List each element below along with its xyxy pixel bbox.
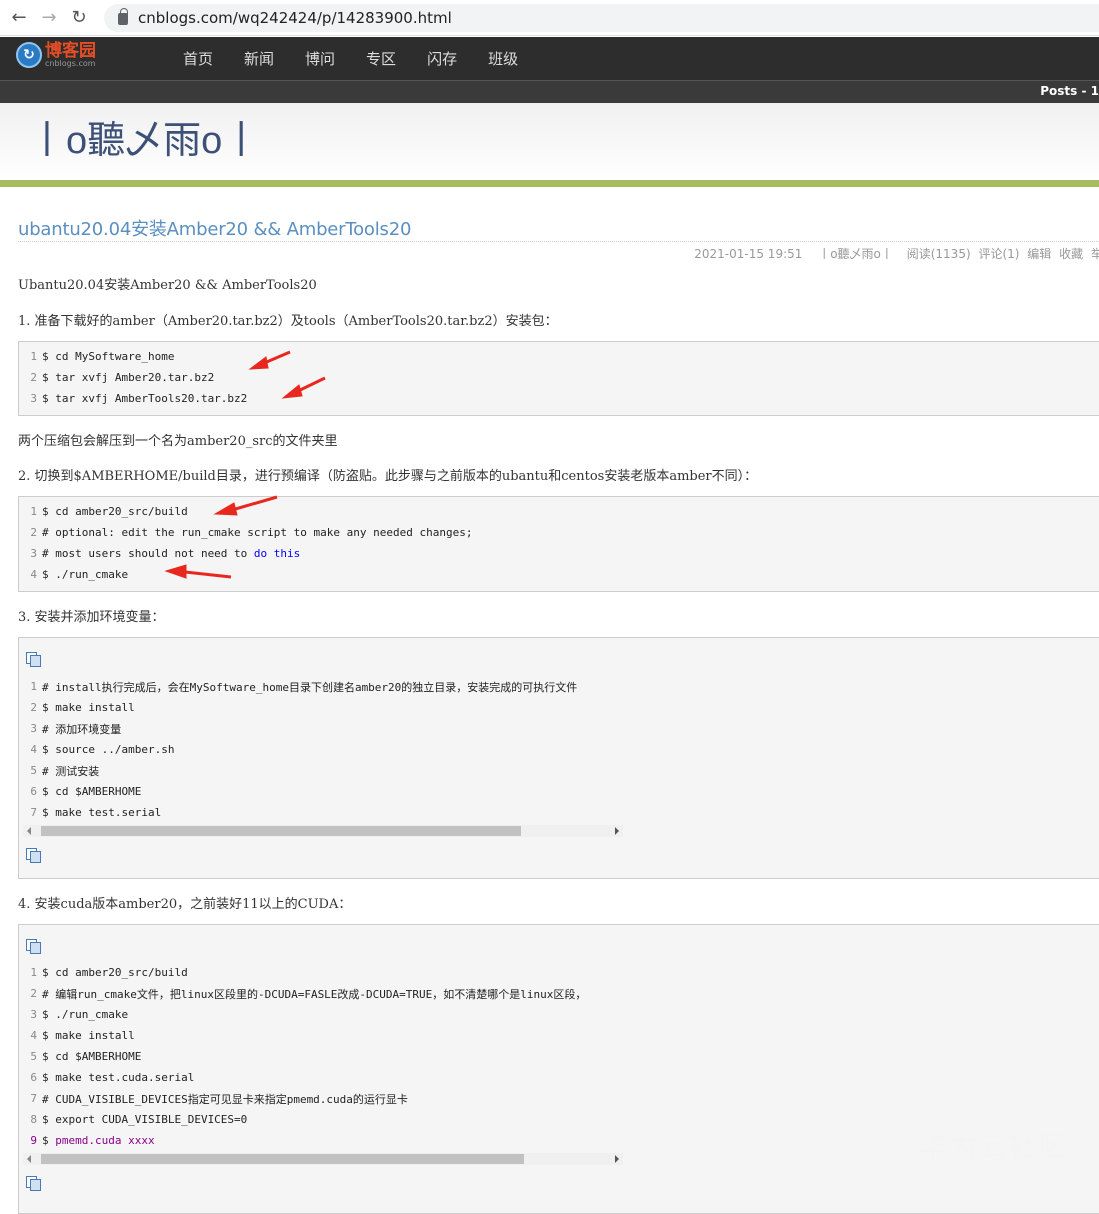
- red-arrow-icon: [166, 565, 231, 578]
- watermark-text: 华为云社区: [919, 1125, 1069, 1165]
- annotation-arrows: [0, 0, 1099, 1203]
- red-arrow-icon: [283, 378, 325, 398]
- red-arrow-icon: [215, 497, 277, 515]
- red-arrow-icon: [250, 352, 290, 369]
